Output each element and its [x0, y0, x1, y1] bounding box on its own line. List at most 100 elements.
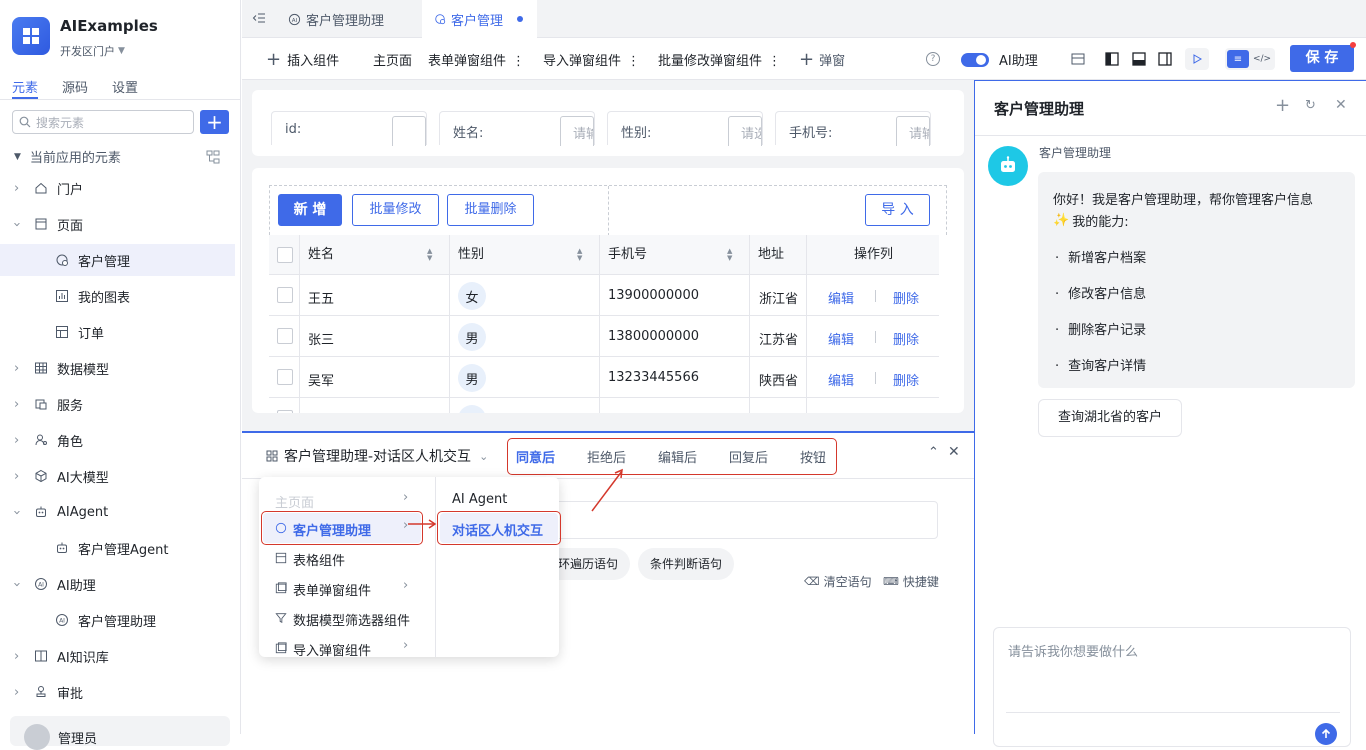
event-source-selector[interactable]: 客户管理助理-对话区人机交互 ⌄ [266, 446, 488, 466]
statement-input[interactable] [548, 501, 938, 539]
sidebar-item-data-model[interactable]: › 数据模型 [0, 352, 235, 384]
sort-icon[interactable]: ▲ ▼ [727, 248, 732, 262]
tab-settings[interactable]: 设置 [112, 77, 138, 96]
col-header-address[interactable]: 地址 [758, 235, 784, 275]
layout-mode-icon[interactable] [1071, 53, 1085, 65]
cascader-item-table[interactable]: 表格组件 [259, 543, 435, 573]
event-tab-reply[interactable]: 回复后 [729, 447, 768, 466]
select-all-checkbox[interactable] [277, 247, 293, 263]
tab-source[interactable]: 源码 [62, 77, 88, 96]
row-checkbox[interactable] [277, 287, 293, 303]
sort-icon[interactable]: ▲ ▼ [427, 248, 432, 262]
close-icon[interactable]: ✕ [948, 444, 960, 460]
delete-link[interactable]: 删除 [893, 370, 919, 389]
import-button[interactable]: 导 入 [865, 194, 930, 226]
cascader-item-filter[interactable]: 数据模型筛选器组件 [259, 603, 435, 633]
row-checkbox[interactable] [277, 410, 293, 413]
chip-condition[interactable]: 条件判断语句 [638, 548, 734, 580]
edit-link[interactable]: 编辑 [828, 329, 854, 348]
sort-icon[interactable]: ▲ ▼ [577, 248, 582, 262]
collapse-sidebar-icon[interactable] [252, 11, 266, 25]
sidebar-item-service[interactable]: › 服务 [0, 388, 235, 420]
event-tab-reject[interactable]: 拒绝后 [587, 447, 626, 466]
event-tab-agree[interactable]: 同意后 [516, 447, 555, 466]
sidebar-item-orders[interactable]: 订单 [0, 316, 235, 348]
clear-statements-button[interactable]: ⌫ 清空语句 [804, 573, 872, 590]
history-icon[interactable]: ↻ [1305, 98, 1316, 113]
chip-loop-label: 环遍历语句 [558, 557, 619, 571]
sidebar-item-roles[interactable]: › 角色 [0, 424, 235, 456]
help-icon[interactable]: ? [926, 52, 940, 66]
sidebar-item-ai-assistant[interactable]: › AI AI助理 [0, 568, 235, 600]
tab-customer-mgmt[interactable]: 客户管理 [422, 0, 537, 38]
search-input[interactable]: 搜索元素 [12, 110, 194, 134]
col-header-phone[interactable]: 手机号 [608, 235, 647, 275]
portal-selector[interactable]: 开发区门户 ▼ [60, 43, 125, 59]
cascader-item-import-dialog[interactable]: 导入弹窗组件 › [259, 633, 435, 659]
svg-text:AI: AI [38, 582, 44, 589]
sidebar-item-customer-mgmt[interactable]: 客户管理 [0, 244, 235, 276]
bottom-panel-icon[interactable] [1132, 52, 1146, 66]
batch-delete-button[interactable]: 批量删除 [447, 194, 534, 226]
save-button[interactable]: 保 存 [1290, 45, 1354, 72]
sidebar-item-customer-agent[interactable]: 客户管理Agent [0, 532, 235, 564]
filter-name[interactable]: 姓名: 请输 [439, 111, 595, 146]
main-page-tab[interactable]: 主页面 [373, 50, 412, 69]
close-icon[interactable]: ✕ [1335, 97, 1347, 113]
add-popup-button[interactable]: + 弹窗 [799, 50, 845, 69]
col-header-name[interactable]: 姓名 [308, 235, 334, 275]
col-header-gender[interactable]: 性别 [458, 235, 484, 275]
filter-id[interactable]: id: [271, 111, 427, 146]
sidebar-item-ai-model[interactable]: › AI大模型 [0, 460, 235, 492]
send-button[interactable] [1315, 723, 1337, 745]
filter-select[interactable]: 请选 [728, 116, 762, 146]
tab-customer-assistant[interactable]: AI 客户管理助理 [278, 0, 418, 38]
sidebar-item-customer-assistant[interactable]: AI 客户管理助理 [0, 604, 235, 636]
code-icon[interactable]: </> [1251, 50, 1273, 68]
add-button[interactable]: 新 增 [278, 194, 342, 226]
edit-link[interactable]: 编辑 [828, 370, 854, 389]
filter-input[interactable] [392, 116, 426, 146]
sidebar-item-approval[interactable]: › 审批 [0, 676, 235, 708]
input-divider [1006, 712, 1340, 713]
event-tab-button[interactable]: 按钮 [800, 447, 826, 466]
batch-dialog-tab[interactable]: 批量修改弹窗组件 ⋮ [658, 50, 781, 69]
ability-label: 删除客户记录 [1068, 323, 1147, 338]
event-tab-edit[interactable]: 编辑后 [658, 447, 697, 466]
left-panel-icon[interactable] [1105, 52, 1119, 66]
ai-assistant-toggle[interactable] [961, 53, 989, 67]
settings-sliders-icon[interactable]: ≡ [1227, 50, 1249, 68]
row-checkbox[interactable] [277, 328, 293, 344]
cascader-item-form-dialog[interactable]: 表单弹窗组件 › [259, 573, 435, 603]
sidebar-item-my-chart[interactable]: 我的图表 [0, 280, 235, 312]
shortcut-button[interactable]: ⌨ 快捷键 [883, 573, 939, 590]
import-dialog-tab[interactable]: 导入弹窗组件 ⋮ [543, 50, 640, 69]
chat-input-box[interactable]: 请告诉我你想要做什么 [993, 627, 1351, 747]
filter-phone[interactable]: 手机号: 请输 [775, 111, 931, 146]
sidebar-item-ai-knowledge[interactable]: › AI知识库 [0, 640, 235, 672]
filter-input[interactable]: 请输 [560, 116, 594, 146]
edit-link[interactable]: 编辑 [828, 288, 854, 307]
preview-play-icon[interactable] [1185, 48, 1209, 70]
user-footer[interactable]: 管理员 [10, 716, 230, 750]
filter-input[interactable]: 请输 [896, 116, 930, 146]
add-element-button[interactable]: + [200, 110, 229, 134]
form-dialog-tab[interactable]: 表单弹窗组件 ⋮ [428, 50, 525, 69]
section-header[interactable]: ▼ 当前应用的元素 [14, 147, 234, 166]
sidebar-item-ai-agent[interactable]: › AIAgent [0, 496, 235, 528]
filter-gender[interactable]: 性别: 请选 [607, 111, 763, 146]
tab-elements[interactable]: 元素 [12, 77, 38, 96]
sidebar-item-pages[interactable]: › 页面 [0, 208, 235, 240]
insert-component-button[interactable]: + 插入组件 [266, 50, 339, 69]
new-chat-icon[interactable]: + [1275, 95, 1290, 116]
delete-link[interactable]: 删除 [893, 329, 919, 348]
chevron-up-icon[interactable]: ⌃ [928, 445, 939, 460]
view-switch[interactable]: ≡ </> [1225, 48, 1275, 70]
tree-layout-icon[interactable] [206, 150, 220, 164]
batch-edit-button[interactable]: 批量修改 [352, 194, 439, 226]
delete-link[interactable]: 删除 [893, 288, 919, 307]
suggestion-button[interactable]: 查询湖北省的客户 [1038, 399, 1182, 437]
right-panel-icon[interactable] [1158, 52, 1172, 66]
row-checkbox[interactable] [277, 369, 293, 385]
sidebar-item-portal[interactable]: › 门户 [0, 172, 235, 204]
